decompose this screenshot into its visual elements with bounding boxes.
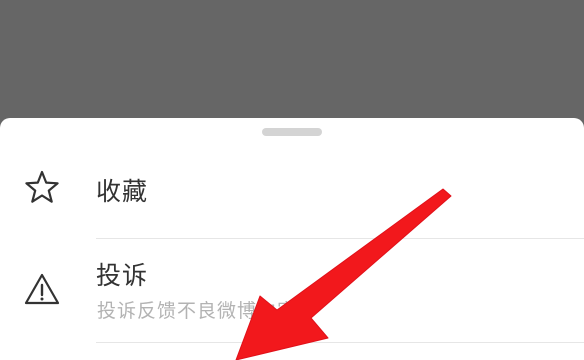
menu-item-favorite[interactable]: 收藏 (0, 154, 584, 238)
divider (96, 342, 584, 343)
menu-item-report[interactable]: 投诉 投诉反馈不良微博内容 (0, 240, 584, 350)
menu-item-label: 投诉 (96, 261, 149, 290)
menu-item-sublabel: 投诉反馈不良微博内容 (97, 300, 298, 322)
star-outline-icon (22, 168, 62, 208)
divider (96, 238, 584, 239)
drag-handle[interactable] (262, 128, 322, 136)
menu-item-label: 收藏 (96, 177, 149, 206)
screen: 收藏 投诉 投诉反馈不良微博内容 (0, 0, 584, 360)
dimmed-backdrop[interactable] (0, 0, 584, 118)
warning-triangle-icon (22, 270, 62, 310)
bottom-action-sheet: 收藏 投诉 投诉反馈不良微博内容 (0, 118, 584, 360)
